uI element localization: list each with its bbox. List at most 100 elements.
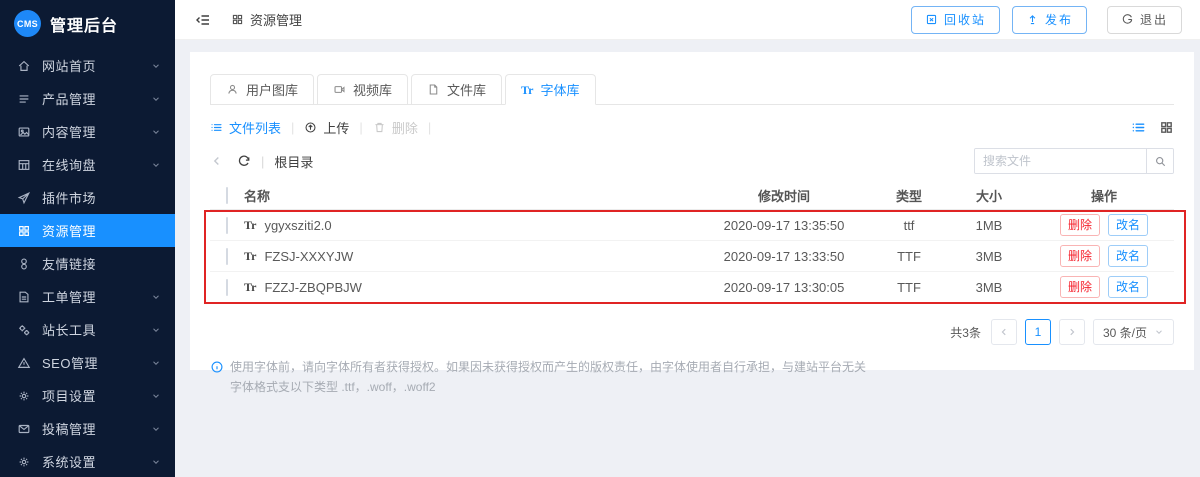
cms-logo-badge: CMS <box>14 10 41 37</box>
gear-icon <box>17 455 31 469</box>
sidebar-item-resources[interactable]: 资源管理 <box>0 214 175 247</box>
row-delete-button[interactable]: 删除 <box>1059 245 1100 267</box>
sidebar-item-seo[interactable]: SEO管理 <box>0 346 175 379</box>
select-all-checkbox[interactable] <box>226 187 228 204</box>
page-size-select[interactable]: 30 条/页 <box>1092 319 1174 345</box>
chevron-left-icon[interactable] <box>210 154 224 168</box>
document-icon <box>17 290 31 304</box>
sidebar-item-label: 系统设置 <box>42 455 97 470</box>
file-type: TTF <box>897 279 921 295</box>
row-checkbox[interactable] <box>226 216 228 234</box>
file-toolbar: 文件列表 | 上传 | 删除 | <box>210 118 1174 137</box>
sidebar-item-label: 资源管理 <box>42 224 97 239</box>
grid-icon <box>231 13 244 26</box>
publish-label: 发布 <box>1044 13 1073 27</box>
chevron-down-icon <box>151 325 161 335</box>
header-ops: 操作 <box>1090 189 1117 204</box>
sidebar-item-submissions[interactable]: 投稿管理 <box>0 412 175 445</box>
publish-button[interactable]: 发布 <box>1011 5 1087 34</box>
file-type: ttf <box>903 217 915 233</box>
menu-fold-icon[interactable] <box>195 12 211 28</box>
sidebar-item-label: 站长工具 <box>42 323 97 338</box>
toolbar-separator: | <box>359 120 363 135</box>
gears-icon <box>17 323 31 337</box>
chevron-down-icon <box>151 358 161 368</box>
list-view-icon <box>210 121 223 134</box>
chevron-down-icon <box>151 94 161 104</box>
page-number-current[interactable]: 1 <box>1024 319 1051 345</box>
publish-up-icon <box>1026 13 1039 26</box>
recycle-bin-label: 回收站 <box>943 13 986 27</box>
tab-font-library[interactable]: Tr 字体库 <box>505 74 596 105</box>
sidebar-item-system-settings[interactable]: 系统设置 <box>0 445 175 477</box>
logout-button[interactable]: 退出 <box>1106 5 1182 34</box>
tab-label: 用户图库 <box>246 83 299 98</box>
sidebar-item-label: 网站首页 <box>42 59 97 74</box>
logout-icon <box>1121 13 1134 26</box>
magnifier-icon[interactable] <box>1146 149 1173 173</box>
warning-icon <box>17 356 31 370</box>
chevron-down-icon <box>151 160 161 170</box>
header-type: 类型 <box>895 189 922 204</box>
tab-user-gallery[interactable]: 用户图库 <box>210 74 315 105</box>
toolbar-separator: | <box>291 120 295 135</box>
pagination: 共3条 1 30 条/页 <box>210 319 1174 345</box>
sidebar-item-inquiry[interactable]: 在线询盘 <box>0 148 175 181</box>
chevron-down-icon <box>151 391 161 401</box>
row-delete-button[interactable]: 删除 <box>1059 276 1100 298</box>
sidebar-item-webmaster-tools[interactable]: 站长工具 <box>0 313 175 346</box>
app-title: 管理后台 <box>50 17 119 35</box>
page-size-value: 30 条/页 <box>1102 325 1147 340</box>
font-file-icon: Tr <box>244 218 257 232</box>
link-icon <box>17 257 31 271</box>
sidebar-item-home[interactable]: 网站首页 <box>0 49 175 82</box>
row-checkbox[interactable] <box>226 278 228 296</box>
sidebar-item-workorders[interactable]: 工单管理 <box>0 280 175 313</box>
row-checkbox[interactable] <box>226 247 228 265</box>
pagination-total: 共3条 <box>950 325 981 340</box>
grid-view-icon[interactable] <box>1159 120 1174 135</box>
search-input[interactable] <box>975 149 1146 173</box>
row-rename-button[interactable]: 改名 <box>1108 245 1149 267</box>
header-name: 名称 <box>244 189 271 204</box>
sidebar-item-plugins[interactable]: 插件市场 <box>0 181 175 214</box>
upload-label: 上传 <box>323 121 350 136</box>
row-delete-button[interactable]: 删除 <box>1059 214 1100 236</box>
sidebar-menu: 网站首页 产品管理 内容管理 在线询盘 插件市场 资源管理 友情链接 工单管理 … <box>0 49 175 477</box>
sidebar-item-project-settings[interactable]: 项目设置 <box>0 379 175 412</box>
trash-icon <box>373 121 386 134</box>
sidebar-item-products[interactable]: 产品管理 <box>0 82 175 115</box>
font-file-icon: Tr <box>244 249 257 263</box>
prev-page-button[interactable] <box>990 319 1017 345</box>
tab-video-library[interactable]: 视频库 <box>317 74 409 105</box>
sidebar: CMS 管理后台 网站首页 产品管理 内容管理 在线询盘 插件市场 资源管理 友… <box>0 0 175 477</box>
row-rename-button[interactable]: 改名 <box>1108 276 1149 298</box>
list-view-icon[interactable] <box>1131 120 1146 135</box>
sidebar-item-links[interactable]: 友情链接 <box>0 247 175 280</box>
grid-icon <box>17 224 31 238</box>
topbar-actions: 回收站 发布 退出 <box>899 5 1182 34</box>
sidebar-item-label: 项目设置 <box>42 389 97 404</box>
sidebar-item-content[interactable]: 内容管理 <box>0 115 175 148</box>
view-toggles <box>1131 120 1174 135</box>
row-rename-button[interactable]: 改名 <box>1108 214 1149 236</box>
delete-button[interactable]: 删除 <box>373 118 418 137</box>
upload-button[interactable]: 上传 <box>304 118 349 137</box>
chevron-down-icon <box>1154 327 1164 337</box>
app-logo: CMS 管理后台 <box>0 0 175 47</box>
topbar: 资源管理 回收站 发布 退出 <box>175 0 1200 40</box>
tab-file-library[interactable]: 文件库 <box>411 74 503 105</box>
recycle-bin-button[interactable]: 回收站 <box>910 5 1000 34</box>
file-type: TTF <box>897 248 921 264</box>
font-file-icon: Tr <box>244 280 257 294</box>
file-modified: 2020-09-17 13:35:50 <box>723 217 845 233</box>
next-page-button[interactable] <box>1058 319 1085 345</box>
file-icon <box>427 83 440 96</box>
table-body: Tr ygyxsziti2.0 2020-09-17 13:35:50 ttf … <box>204 210 1186 304</box>
refresh-icon[interactable] <box>237 154 251 168</box>
toolbar-separator: | <box>427 120 432 135</box>
file-size: 1MB <box>975 217 1003 233</box>
chevron-down-icon <box>151 292 161 302</box>
file-modified: 2020-09-17 13:33:50 <box>723 248 845 264</box>
file-list-button[interactable]: 文件列表 <box>210 118 281 137</box>
